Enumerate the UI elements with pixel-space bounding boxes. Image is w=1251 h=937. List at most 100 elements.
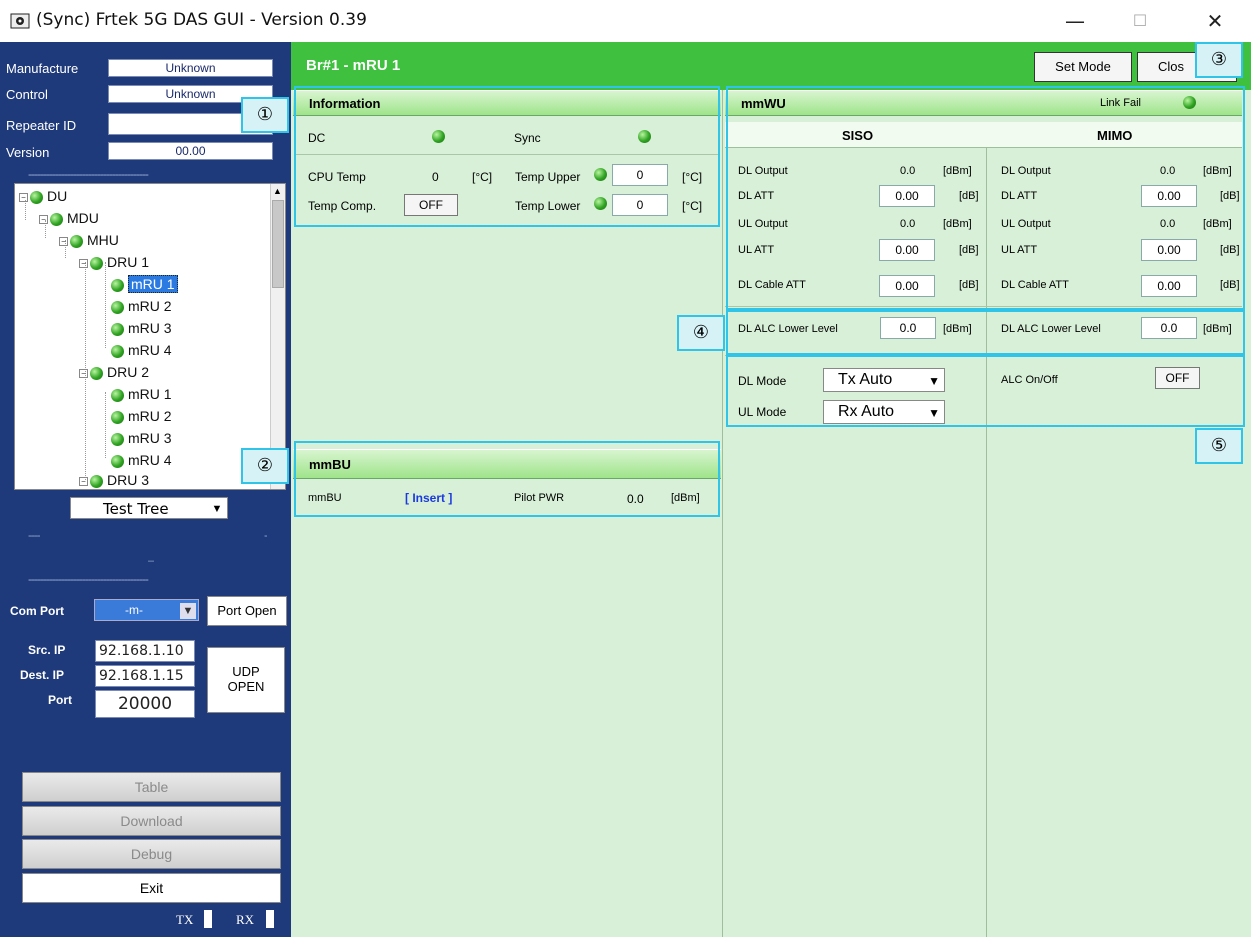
com-port-value: -m- [125, 603, 143, 617]
callout-5: ⑤ [1195, 428, 1243, 464]
tree-label: DRU 1 [107, 254, 150, 270]
underscore-mark: _ [148, 548, 154, 562]
tree-node-mdu[interactable]: − MDU [39, 208, 99, 228]
close-window-button[interactable]: ✕ [1195, 6, 1235, 36]
minimize-button[interactable]: — [1055, 6, 1095, 36]
repeater-id-label: Repeater ID [6, 118, 77, 133]
status-led-icon [111, 278, 124, 292]
tree-label-selected: mRU 1 [128, 275, 178, 293]
tree-label: mRU 2 [128, 408, 172, 424]
scroll-up-icon[interactable]: ▲ [273, 186, 282, 196]
callout-4: ④ [677, 315, 725, 351]
tx-indicator [204, 910, 212, 928]
tree-label: DRU 2 [107, 364, 150, 380]
tree-node-du[interactable]: − DU [19, 186, 67, 206]
com-port-label: Com Port [10, 604, 64, 618]
tree-node-dru2-mru3[interactable]: mRU 3 [111, 428, 172, 448]
status-led-icon [90, 366, 103, 380]
port-open-button[interactable]: Port Open [207, 596, 287, 626]
tree-label: mRU 4 [128, 452, 172, 468]
tree-node-dru1[interactable]: − DRU 1 [79, 252, 149, 272]
tree-node-dru1-mru4[interactable]: mRU 4 [111, 340, 172, 360]
small-dash: ---- [28, 528, 40, 542]
udp-open-button[interactable]: UDP OPEN [207, 647, 285, 713]
status-led-icon [111, 432, 124, 446]
scrollbar-thumb[interactable] [272, 200, 284, 288]
callout-frame-4 [726, 310, 1245, 355]
separator-line-2: ---------------------------------------- [28, 572, 149, 586]
maximize-button[interactable]: ☐ [1120, 6, 1160, 36]
port-label: Port [48, 693, 72, 707]
tree-node-dru2-mru2[interactable]: mRU 2 [111, 406, 172, 426]
status-led-icon [111, 344, 124, 358]
exit-button[interactable]: Exit [22, 873, 281, 903]
port-input[interactable]: 20000 [95, 690, 195, 718]
callout-frame-3 [726, 86, 1245, 310]
control-label: Control [6, 87, 48, 102]
rx-indicator [266, 910, 274, 928]
tree-label: mRU 4 [128, 342, 172, 358]
status-led-icon [30, 190, 43, 204]
udp-open-label-1: UDP [232, 664, 260, 679]
tree-node-dru2-mru1[interactable]: mRU 1 [111, 384, 172, 404]
status-led-icon [111, 300, 124, 314]
tree-label: DU [47, 188, 68, 204]
column-divider [722, 90, 723, 937]
status-led-icon [111, 454, 124, 468]
status-led-icon [90, 474, 103, 488]
tree-node-dru1-mru3[interactable]: mRU 3 [111, 318, 172, 338]
callout-1: ① [241, 97, 289, 133]
chevron-down-icon[interactable]: ▼ [209, 501, 225, 517]
callout-frame-1 [294, 86, 720, 227]
callout-frame-2 [294, 441, 720, 517]
version-label: Version [6, 145, 50, 160]
status-led-icon [111, 322, 124, 336]
status-led-icon [50, 212, 63, 226]
status-led-icon [70, 234, 83, 248]
small-dash-right: - [264, 528, 267, 542]
tree-label: mRU 2 [128, 298, 172, 314]
rx-label: RX [236, 912, 255, 927]
dest-ip-input[interactable]: 92.168.1.15 [95, 665, 195, 687]
tree-select-dropdown[interactable]: Test Tree ▼ [70, 497, 228, 519]
page-title: Br#1 - mRU 1 [306, 57, 401, 74]
src-ip-label: Src. IP [28, 643, 66, 657]
tree-label: mRU 3 [128, 320, 172, 336]
tree-node-dru2-mru4[interactable]: mRU 4 [111, 450, 172, 470]
tree-label: mRU 3 [128, 430, 172, 446]
manufacture-field: Unknown [108, 59, 273, 77]
tree-scrollbar[interactable]: ▲ [270, 184, 285, 489]
callout-2: ② [241, 448, 289, 484]
tree-label: DRU 3 [107, 472, 150, 488]
debug-button[interactable]: Debug [22, 839, 281, 869]
tree-node-mhu[interactable]: − MHU [59, 230, 119, 250]
device-tree[interactable]: − DU − MDU − MHU − DRU 1 mRU 1 mRU 2 mRU 3 m… [14, 183, 286, 490]
download-button[interactable]: Download [22, 806, 281, 836]
table-button[interactable]: Table [22, 772, 281, 802]
chevron-down-icon[interactable]: ▼ [180, 603, 196, 619]
callout-frame-5 [726, 355, 1245, 427]
udp-open-label-2: OPEN [227, 679, 265, 694]
title-bar: (Sync) Frtek 5G DAS GUI - Version 0.39 —… [0, 0, 1251, 42]
set-mode-button[interactable]: Set Mode [1034, 52, 1132, 82]
manufacture-label: Manufacture [6, 61, 79, 76]
status-led-icon [111, 410, 124, 424]
tree-select-value: Test Tree [103, 500, 169, 518]
tree-label: mRU 1 [128, 386, 172, 402]
callout-3: ③ [1195, 42, 1243, 78]
app-icon [10, 13, 30, 29]
tree-label: MDU [67, 210, 99, 226]
dest-ip-label: Dest. IP [20, 668, 65, 682]
tree-label: MHU [87, 232, 119, 248]
tx-label: TX [176, 912, 194, 927]
separator-line: ---------------------------------------- [28, 167, 149, 181]
com-port-dropdown[interactable]: -m- ▼ [94, 599, 199, 621]
tree-node-dru1-mru2[interactable]: mRU 2 [111, 296, 172, 316]
status-led-icon [90, 256, 103, 270]
window-title: (Sync) Frtek 5G DAS GUI - Version 0.39 [36, 10, 367, 30]
tree-node-dru3[interactable]: − DRU 3 [79, 470, 150, 489]
tree-node-dru1-mru1[interactable]: mRU 1 [111, 274, 178, 294]
header-bar: Br#1 - mRU 1 Set Mode Clos [291, 42, 1251, 90]
tree-node-dru2[interactable]: − DRU 2 [79, 362, 149, 382]
src-ip-input[interactable]: 92.168.1.10 [95, 640, 195, 662]
